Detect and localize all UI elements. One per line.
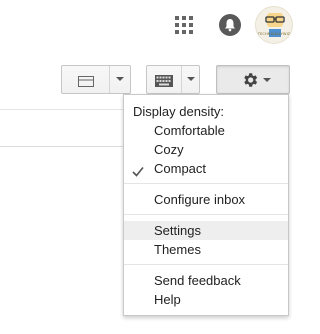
input-tools-button[interactable] [146, 65, 200, 94]
avatar[interactable]: TECHNICALLYWIZ [255, 6, 293, 44]
gear-icon [241, 71, 259, 94]
divider [0, 146, 124, 147]
apps-grid-icon[interactable] [175, 16, 193, 34]
menu-item-help[interactable]: Help [124, 290, 288, 309]
menu-divider [124, 214, 288, 215]
chevron-down-icon [116, 77, 124, 81]
menu-item-themes[interactable]: Themes [124, 240, 288, 259]
menu-item-cozy[interactable]: Cozy [124, 140, 288, 159]
avatar-label: TECHNICALLYWIZ [257, 32, 291, 36]
menu-item-label: Compact [154, 161, 207, 176]
menu-item-label: Send feedback [154, 273, 241, 288]
menu-item-comfortable[interactable]: Comfortable [124, 121, 288, 140]
display-density-button[interactable] [61, 65, 131, 94]
divider [0, 109, 124, 110]
menu-item-label: Help [154, 292, 181, 307]
bell-icon[interactable] [219, 14, 241, 36]
density-icon [78, 74, 94, 92]
menu-item-label: Settings [154, 223, 201, 238]
chevron-down-icon [263, 78, 271, 82]
menu-item-send-feedback[interactable]: Send feedback [124, 271, 288, 290]
menu-item-configure-inbox[interactable]: Configure inbox [124, 190, 288, 209]
menu-item-settings[interactable]: Settings [124, 221, 288, 240]
menu-item-label: Comfortable [154, 123, 225, 138]
menu-item-label: Cozy [154, 142, 184, 157]
chevron-down-icon [187, 77, 195, 81]
settings-menu: Display density: Comfortable Cozy Compac… [123, 94, 289, 316]
menu-divider [124, 264, 288, 265]
menu-item-label: Themes [154, 242, 201, 257]
display-density-heading: Display density: [133, 104, 225, 119]
avatar-glasses-icon [265, 13, 285, 37]
settings-button[interactable] [216, 65, 290, 94]
checkmark-icon [132, 163, 144, 182]
keyboard-icon [155, 74, 173, 92]
menu-item-compact[interactable]: Compact [124, 159, 288, 178]
menu-item-label: Configure inbox [154, 192, 246, 207]
menu-divider [124, 183, 288, 184]
